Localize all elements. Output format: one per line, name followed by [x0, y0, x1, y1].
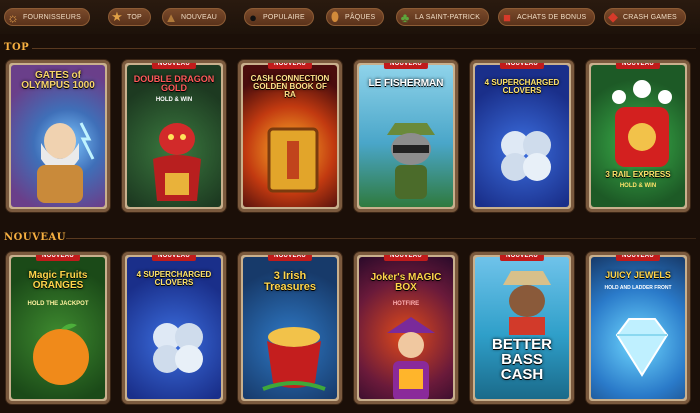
section-divider — [32, 48, 696, 49]
new-badge: NOUVEAU — [151, 63, 197, 69]
game-title: GATES of OLYMPUS 1000 — [21, 70, 95, 91]
game-artwork: Magic Fruits ORANGES HOLD THE JACKPOT — [11, 257, 105, 399]
book-figure — [267, 127, 319, 193]
game-card-4-supercharged-clovers-new[interactable]: NOUVEAU 4 SUPERCHARGED CLOVERS — [122, 252, 226, 404]
game-card-gates-of-olympus[interactable]: GATES of OLYMPUS 1000 — [6, 60, 110, 212]
game-artwork: Joker's MAGIC BOX HOTFIRE — [359, 257, 453, 399]
game-card-le-fisherman[interactable]: NOUVEAU LE FISHERMAN — [354, 60, 458, 212]
orange-fruit — [33, 323, 89, 385]
nav-crash-games[interactable]: ◆ CRASH GAMES — [604, 6, 686, 28]
pot-of-gold — [262, 327, 326, 391]
game-card-better-bass-cash[interactable]: NOUVEAU BETTER BASS CASH — [470, 252, 574, 404]
new-badge: NOUVEAU — [383, 63, 429, 69]
game-subtitle: HOLD THE JACKPOT — [27, 301, 89, 307]
game-title: Magic Fruits ORANGES — [28, 270, 88, 291]
game-artwork: CASH CONNECTION GOLDEN BOOK OF RA — [243, 65, 337, 207]
new-badge: NOUVEAU — [35, 255, 81, 261]
category-nav: ☼ FOURNISSEURS ★ TOP ▲ NOUVEAU ● POPULAI… — [0, 0, 700, 34]
nav-new[interactable]: ▲ NOUVEAU — [162, 6, 227, 28]
bomb-icon: ● — [249, 9, 257, 25]
game-card-magic-fruits-oranges[interactable]: NOUVEAU Magic Fruits ORANGES HOLD THE JA… — [6, 252, 110, 404]
nav-popular[interactable]: ● POPULAIRE — [244, 6, 314, 28]
raccoon-figure — [387, 123, 435, 199]
diamond-clover — [501, 131, 551, 181]
new-badge: NOUVEAU — [267, 255, 313, 261]
game-artwork: BETTER BASS CASH — [475, 257, 569, 399]
game-title: LE FISHERMAN — [368, 78, 444, 89]
gift-icon: ■ — [503, 9, 511, 25]
new-badge: NOUVEAU — [499, 255, 545, 261]
game-card-4-supercharged-clovers[interactable]: NOUVEAU 4 SUPERCHARGED CLOVERS — [470, 60, 574, 212]
game-artwork: 3 Irish Treasures — [243, 257, 337, 399]
game-title: 4 SUPERCHARGED CLOVERS — [484, 78, 560, 95]
game-title: Joker's MAGIC BOX — [370, 272, 442, 293]
new-badge: NOUVEAU — [615, 255, 661, 261]
game-title: CASH CONNECTION GOLDEN BOOK OF RA — [250, 74, 330, 99]
game-artwork: 4 SUPERCHARGED CLOVERS — [475, 65, 569, 207]
egg-icon: ⬮ — [330, 9, 340, 24]
new-badge: NOUVEAU — [615, 63, 661, 69]
game-artwork: LE FISHERMAN — [359, 65, 453, 207]
game-title: 3 Irish Treasures — [264, 270, 316, 293]
game-card-3-irish-treasures[interactable]: NOUVEAU 3 Irish Treasures — [238, 252, 342, 404]
star-icon: ★ — [111, 9, 123, 24]
game-artwork: JUICY JEWELS HOLD AND LADDER FRONT — [591, 257, 685, 399]
section-title-top: TOP — [4, 42, 30, 53]
nav-bonus-buys[interactable]: ■ ACHATS DE BONUS — [498, 6, 596, 28]
game-card-jokers-magic-box[interactable]: NOUVEAU Joker's MAGIC BOX HOTFIRE — [354, 252, 458, 404]
nav-saint-patrick[interactable]: ♣ LA SAINT-PATRICK — [396, 6, 490, 28]
game-artwork: 4 SUPERCHARGED CLOVERS — [127, 257, 221, 399]
section-title-new: NOUVEAU — [4, 232, 66, 243]
game-subtitle: HOLD AND LADDER FRONT — [604, 285, 672, 291]
diamond-clover — [153, 323, 203, 373]
new-badge: NOUVEAU — [499, 63, 545, 69]
game-artwork: GATES of OLYMPUS 1000 — [11, 65, 105, 207]
nav-providers[interactable]: ☼ FOURNISSEURS — [4, 6, 91, 28]
provider-icon: ☼ — [7, 9, 19, 25]
game-card-double-dragon-gold[interactable]: NOUVEAU DOUBLE DRAGON GOLD HOLD & WIN — [122, 60, 226, 212]
joker-figure — [387, 317, 435, 399]
zeus-figure — [37, 122, 95, 203]
game-title: BETTER BASS CASH — [492, 336, 552, 383]
game-card-cash-connection-golden-book[interactable]: NOUVEAU CASH CONNECTION GOLDEN BOOK OF R… — [238, 60, 342, 212]
dragon-figure — [153, 123, 201, 201]
new-badge: NOUVEAU — [267, 63, 313, 69]
clover-icon: ♣ — [400, 9, 410, 25]
game-artwork: 3 RAIL EXPRESS HOLD & WIN — [591, 65, 685, 207]
hat-icon: ▲ — [164, 9, 178, 25]
game-card-3-rail-express[interactable]: NOUVEAU 3 RAIL EXPRESS HOLD & WIN — [586, 60, 690, 212]
game-artwork: DOUBLE DRAGON GOLD HOLD & WIN — [127, 65, 221, 207]
crash-icon: ◆ — [608, 9, 618, 24]
game-subtitle: HOLD & WIN — [155, 97, 193, 103]
game-card-juicy-jewels[interactable]: NOUVEAU JUICY JEWELS HOLD AND LADDER FRO… — [586, 252, 690, 404]
diamond-gem — [615, 318, 669, 377]
new-badge: NOUVEAU — [151, 255, 197, 261]
nav-top[interactable]: ★ TOP — [108, 6, 151, 28]
game-title: 4 SUPERCHARGED CLOVERS — [136, 270, 212, 287]
game-subtitle: HOTFIRE — [392, 301, 420, 307]
train-figure — [612, 80, 672, 167]
section-divider — [66, 238, 696, 239]
nav-easter[interactable]: ⬮ PÂQUES — [326, 6, 385, 28]
new-badge: NOUVEAU — [383, 255, 429, 261]
fisherman-figure — [503, 271, 551, 335]
game-subtitle: HOLD & WIN — [619, 183, 657, 189]
game-title: DOUBLE DRAGON GOLD — [133, 74, 215, 93]
game-title: 3 RAIL EXPRESS — [605, 170, 671, 179]
game-title: JUICY JEWELS — [605, 270, 671, 280]
